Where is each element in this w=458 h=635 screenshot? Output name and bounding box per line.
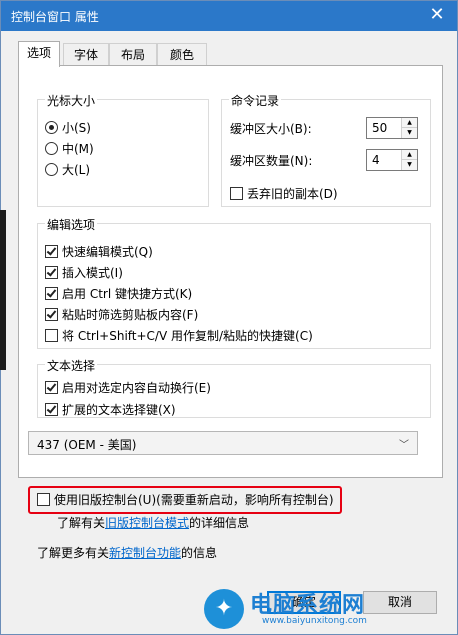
radio-medium-label: 中(M)	[62, 142, 94, 156]
new-console-info: 了解更多有关新控制台功能的信息	[37, 544, 217, 562]
buffer-size-label: 缓冲区大小(B):	[230, 122, 312, 136]
spin-down-icon[interactable]: ▼	[401, 159, 417, 170]
command-history-group: 命令记录 缓冲区大小(B): 50 ▲ ▼ 缓冲区数量(N): 4 ▲ ▼ 丢弃…	[221, 92, 431, 207]
tab-colors[interactable]: 颜色	[157, 43, 207, 66]
edit-options-group: 编辑选项 快速编辑模式(Q) 插入模式(I) 启用 Ctrl 键快捷方式(K) …	[37, 216, 431, 349]
discard-old-check-indicator[interactable]	[230, 187, 243, 200]
bird-logo-icon: ✦	[204, 589, 244, 629]
tab-font[interactable]: 字体	[63, 43, 109, 66]
ctrl-shortcuts-label: 启用 Ctrl 键快捷方式(K)	[62, 287, 193, 301]
watermark-text: 电脑系统网	[250, 593, 366, 618]
new-console-prefix: 了解更多有关	[37, 546, 110, 560]
buffer-size-spinner[interactable]: 50 ▲ ▼	[366, 117, 418, 139]
extended-keys-check-indicator[interactable]	[45, 403, 58, 416]
filter-clipboard-check-indicator[interactable]	[45, 308, 58, 321]
background-console-strip	[0, 210, 6, 370]
quick-edit-label: 快速编辑模式(Q)	[62, 245, 153, 259]
codepage-value: 437 (OEM - 美国)	[37, 438, 137, 452]
buffer-count-label: 缓冲区数量(N):	[230, 154, 313, 168]
text-selection-legend: 文本选择	[45, 357, 98, 374]
buffer-size-value[interactable]: 50	[372, 121, 387, 135]
legacy-more-prefix: 了解有关	[57, 516, 106, 530]
line-wrap-check-indicator[interactable]	[45, 381, 58, 394]
filter-clipboard-label: 粘贴时筛选剪贴板内容(F)	[62, 308, 199, 322]
quick-edit-check-indicator[interactable]	[45, 245, 58, 258]
radio-medium-indicator[interactable]	[45, 142, 58, 155]
ctrl-shortcuts-check-indicator[interactable]	[45, 287, 58, 300]
properties-dialog: 控制台窗口 属性 ✕ 选项 字体 布局 颜色 光标大小 小(S) 中(M) 大(…	[0, 0, 458, 635]
text-selection-group: 文本选择 启用对选定内容自动换行(E) 扩展的文本选择键(X)	[37, 357, 431, 418]
edit-options-legend: 编辑选项	[45, 216, 98, 233]
discard-old-label: 丢弃旧的副本(D)	[247, 187, 338, 201]
watermark: ✦ 电脑系统网 www.baiyunxitong.com	[198, 585, 458, 635]
insert-mode-check-indicator[interactable]	[45, 266, 58, 279]
buffer-count-value[interactable]: 4	[372, 153, 380, 167]
legacy-more-info: 了解有关旧版控制台模式的详细信息	[57, 514, 249, 532]
command-history-legend: 命令记录	[229, 92, 282, 109]
window-title: 控制台窗口 属性	[11, 10, 99, 24]
watermark-url: www.baiyunxitong.com	[262, 616, 367, 626]
cursor-size-group: 光标大小 小(S) 中(M) 大(L)	[37, 92, 209, 207]
legacy-console-label: 使用旧版控制台(U)(需要重新启动，影响所有控制台)	[54, 493, 334, 507]
new-console-suffix: 的信息	[181, 546, 218, 560]
cursor-size-legend: 光标大小	[45, 92, 98, 109]
legacy-console-check-indicator[interactable]	[37, 493, 50, 506]
chevron-down-icon[interactable]: ﹀	[399, 436, 409, 451]
buffer-count-spinner[interactable]: 4 ▲ ▼	[366, 149, 418, 171]
radio-large-indicator[interactable]	[45, 163, 58, 176]
tab-options[interactable]: 选项	[18, 41, 60, 67]
close-icon[interactable]: ✕	[425, 3, 449, 27]
line-wrap-label: 启用对选定内容自动换行(E)	[62, 381, 211, 395]
legacy-mode-link[interactable]: 旧版控制台模式	[105, 516, 189, 530]
codepage-dropdown[interactable]: 437 (OEM - 美国) ﹀	[28, 431, 418, 455]
radio-small-indicator[interactable]	[45, 121, 58, 134]
ctrl-shift-cv-check-indicator[interactable]	[45, 329, 58, 342]
extended-keys-label: 扩展的文本选择键(X)	[62, 403, 176, 417]
tab-layout[interactable]: 布局	[109, 43, 157, 66]
spin-down-icon[interactable]: ▼	[401, 127, 417, 138]
ctrl-shift-cv-label: 将 Ctrl+Shift+C/V 用作复制/粘贴的快捷键(C)	[62, 329, 313, 343]
radio-small-label: 小(S)	[62, 121, 91, 135]
radio-large-label: 大(L)	[62, 163, 91, 177]
legacy-more-suffix: 的详细信息	[189, 516, 250, 530]
new-console-link[interactable]: 新控制台功能	[109, 546, 181, 560]
insert-mode-label: 插入模式(I)	[62, 266, 123, 280]
title-bar: 控制台窗口 属性 ✕	[1, 1, 457, 31]
